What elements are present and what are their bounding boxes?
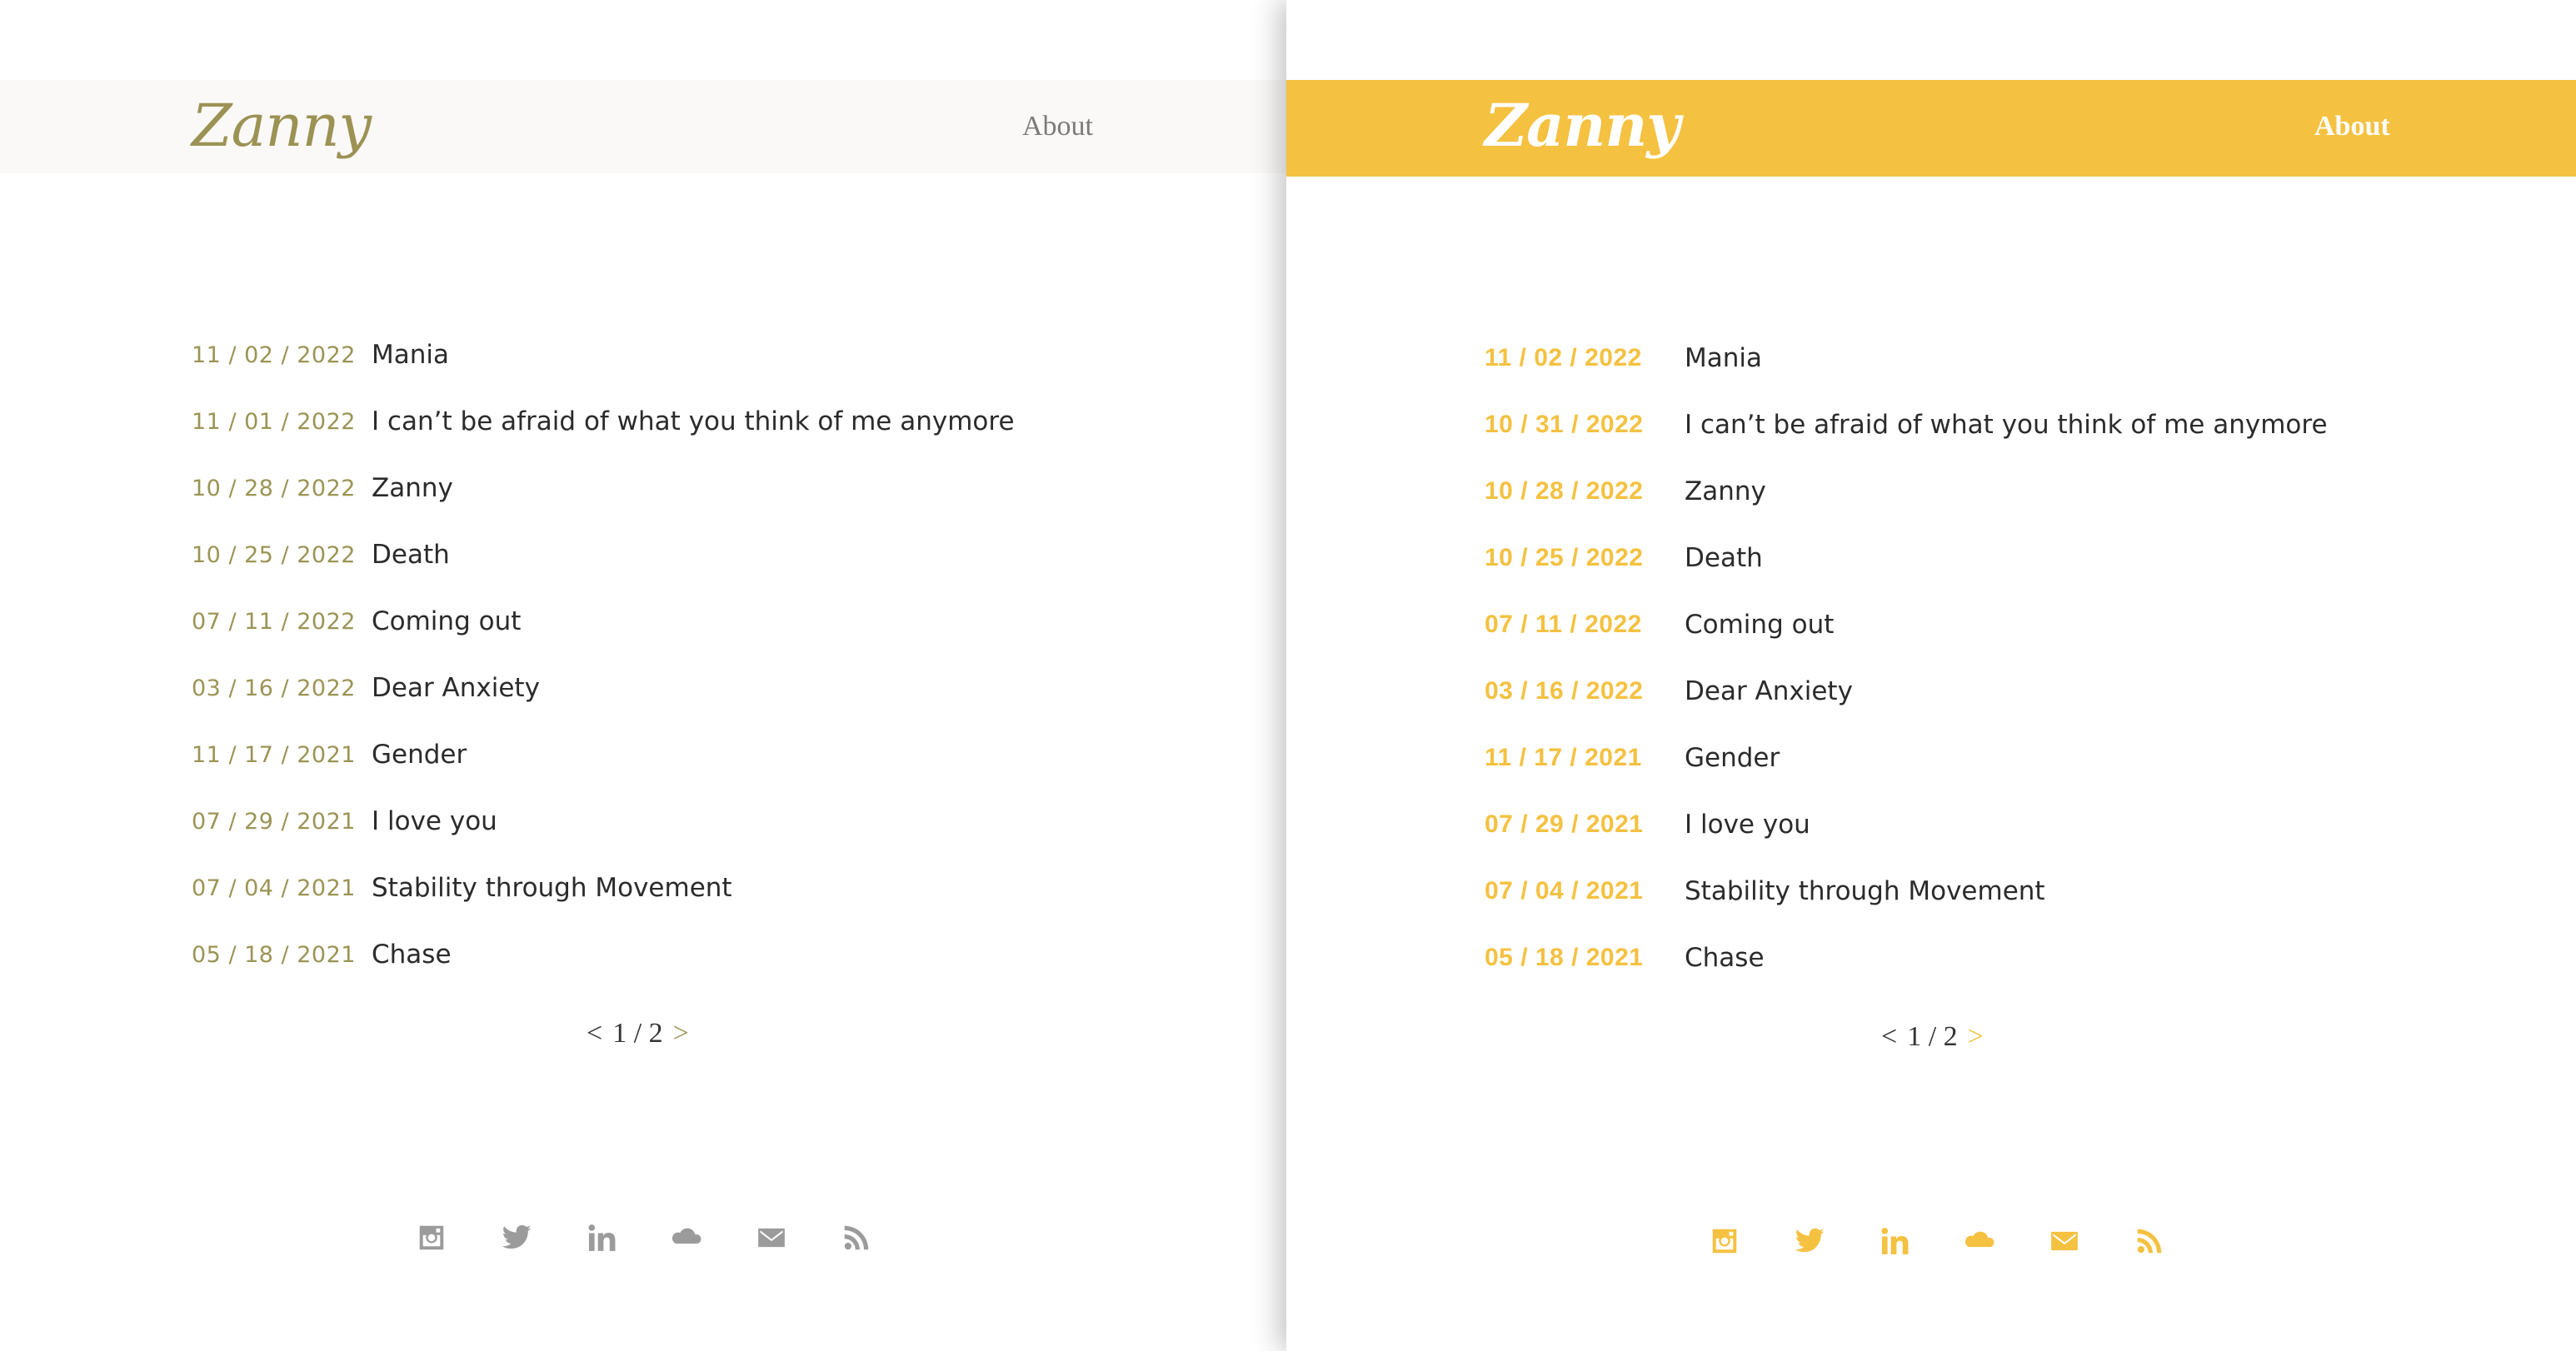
post-date: 11 / 02 / 2022 [1485, 344, 1642, 371]
post-row: 03 / 16 / 2022 Dear Anxiety [1485, 658, 2328, 725]
post-row: 07 / 29 / 2021 I love you [192, 788, 1015, 855]
prev-page-button[interactable]: < [587, 1018, 602, 1049]
post-row: 03 / 16 / 2022 Dear Anxiety [192, 655, 1015, 721]
post-row: 10 / 31 / 2022 I can’t be afraid of what … [1485, 391, 2328, 458]
site-logo[interactable]: Zanny [192, 88, 372, 163]
twitter-icon[interactable] [1791, 1223, 1828, 1259]
instagram-icon[interactable] [413, 1219, 450, 1256]
post-title-link[interactable]: Dear Anxiety [372, 673, 540, 703]
post-row: 11 / 02 / 2022 Mania [192, 322, 1015, 388]
twitter-icon[interactable] [498, 1219, 535, 1256]
post-title-link[interactable]: Chase [1685, 943, 1765, 973]
post-row: 05 / 18 / 2021 Chase [192, 921, 1015, 988]
post-row: 10 / 28 / 2022 Zanny [192, 455, 1015, 521]
right-panel: Zanny About 11 / 02 / 2022 Mania 10 / 31 … [1286, 0, 2576, 1351]
post-title-link[interactable]: I can’t be afraid of what you think of m… [1685, 410, 2328, 440]
post-row: 10 / 28 / 2022 Zanny [1485, 458, 2328, 525]
post-title-link[interactable]: Stability through Movement [1685, 876, 2045, 906]
post-row: 11 / 02 / 2022 Mania [1485, 325, 2328, 391]
post-title-link[interactable]: Stability through Movement [372, 873, 732, 903]
pagination: <1 / 2 > [1881, 1016, 1994, 1058]
post-date: 07 / 04 / 2021 [192, 875, 356, 901]
rss-icon[interactable] [2131, 1223, 2168, 1259]
post-title-link[interactable]: Zanny [372, 473, 453, 503]
next-page-button[interactable]: > [1968, 1021, 1984, 1052]
instagram-icon[interactable] [1706, 1223, 1743, 1259]
post-title-link[interactable]: Coming out [372, 606, 521, 636]
post-date: 11 / 02 / 2022 [192, 341, 356, 368]
left-panel: Zanny About 11 / 02 / 2022 Mania 11 / 01 … [0, 0, 1286, 1351]
post-date: 10 / 28 / 2022 [1485, 477, 1644, 505]
post-date: 10 / 25 / 2022 [1485, 544, 1644, 571]
linkedin-icon[interactable] [583, 1219, 620, 1256]
post-date: 10 / 25 / 2022 [192, 541, 356, 568]
site-header: Zanny About [1286, 80, 2576, 177]
nav-about-link[interactable]: About [1022, 103, 1093, 150]
post-row: 11 / 17 / 2021 Gender [1485, 725, 2328, 791]
post-row: 07 / 29 / 2021 I love you [1485, 791, 2328, 858]
post-date: 11 / 17 / 2021 [192, 741, 356, 768]
post-title-link[interactable]: Zanny [1685, 476, 1766, 506]
post-date: 07 / 11 / 2022 [192, 608, 356, 635]
post-date: 10 / 28 / 2022 [192, 475, 356, 501]
post-row: 10 / 25 / 2022 Death [192, 521, 1015, 588]
pagination: <1 / 2 > [587, 1013, 699, 1054]
post-row: 07 / 11 / 2022 Coming out [192, 588, 1015, 655]
page-indicator: 1 / 2 [612, 1018, 663, 1049]
post-list: 11 / 02 / 2022 Mania 11 / 01 / 2022 I can’… [192, 322, 1015, 988]
post-row: 07 / 11 / 2022 Coming out [1485, 591, 2328, 658]
post-date: 03 / 16 / 2022 [1485, 677, 1644, 705]
post-title-link[interactable]: Gender [1685, 743, 1780, 773]
soundcloud-icon[interactable] [668, 1219, 705, 1256]
nav-about-link[interactable]: About [2314, 103, 2390, 150]
post-title-link[interactable]: Gender [372, 740, 467, 770]
post-date: 11 / 01 / 2022 [192, 408, 356, 435]
post-title-link[interactable]: Death [1685, 543, 1763, 573]
post-row: 11 / 17 / 2021 Gender [192, 721, 1015, 788]
post-date: 07 / 29 / 2021 [1485, 810, 1644, 838]
post-date: 10 / 31 / 2022 [1485, 411, 1644, 438]
post-row: 11 / 01 / 2022 I can’t be afraid of what … [192, 388, 1015, 455]
mail-icon[interactable] [753, 1219, 790, 1256]
post-title-link[interactable]: Mania [372, 340, 449, 370]
post-date: 07 / 11 / 2022 [1485, 611, 1642, 638]
post-title-link[interactable]: I love you [372, 806, 497, 836]
rss-icon[interactable] [838, 1219, 875, 1256]
post-date: 11 / 17 / 2021 [1485, 744, 1642, 771]
social-links [413, 1219, 923, 1256]
post-row: 07 / 04 / 2021 Stability through Movement [192, 855, 1015, 921]
linkedin-icon[interactable] [1876, 1223, 1913, 1259]
post-title-link[interactable]: Coming out [1685, 610, 1834, 640]
prev-page-button[interactable]: < [1881, 1021, 1897, 1052]
post-date: 07 / 04 / 2021 [1485, 877, 1644, 905]
post-date: 05 / 18 / 2021 [192, 941, 356, 968]
post-title-link[interactable]: I can’t be afraid of what you think of m… [372, 406, 1015, 436]
post-title-link[interactable]: Death [372, 540, 450, 570]
post-title-link[interactable]: I love you [1685, 810, 1810, 840]
soundcloud-icon[interactable] [1961, 1223, 1998, 1259]
post-list: 11 / 02 / 2022 Mania 10 / 31 / 2022 I can’… [1485, 325, 2328, 991]
post-date: 07 / 29 / 2021 [192, 808, 356, 835]
post-date: 05 / 18 / 2021 [1485, 944, 1644, 971]
page-indicator: 1 / 2 [1907, 1021, 1958, 1052]
post-row: 05 / 18 / 2021 Chase [1485, 925, 2328, 991]
post-row: 07 / 04 / 2021 Stability through Movement [1485, 858, 2328, 925]
next-page-button[interactable]: > [673, 1018, 689, 1049]
site-logo[interactable]: Zanny [1485, 88, 1680, 163]
post-title-link[interactable]: Chase [372, 940, 452, 970]
post-date: 03 / 16 / 2022 [192, 675, 356, 701]
site-header: Zanny About [0, 80, 1286, 173]
social-links [1706, 1223, 2216, 1259]
post-title-link[interactable]: Mania [1685, 343, 1762, 373]
mail-icon[interactable] [2046, 1223, 2083, 1259]
post-title-link[interactable]: Dear Anxiety [1685, 676, 1853, 706]
post-row: 10 / 25 / 2022 Death [1485, 525, 2328, 591]
